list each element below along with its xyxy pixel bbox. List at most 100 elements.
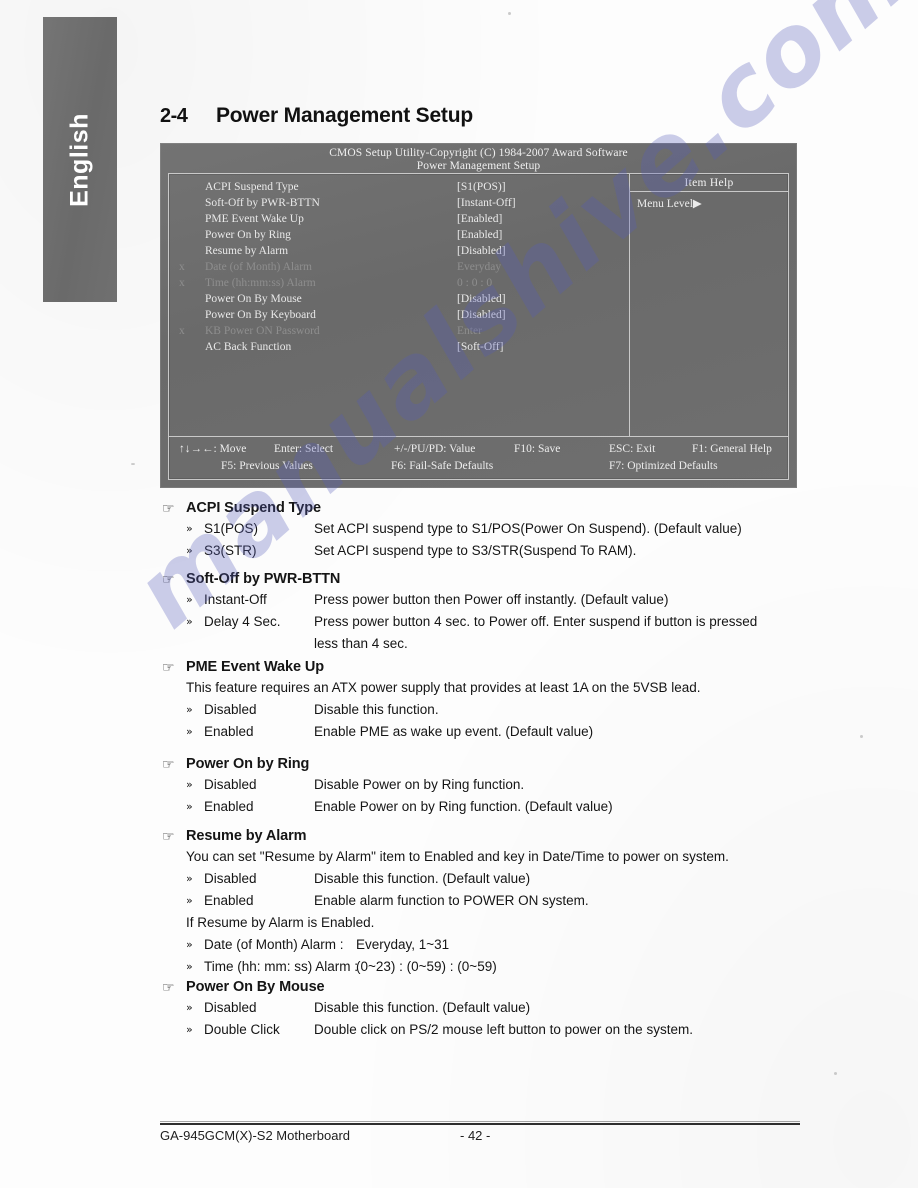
doc-section: ☞ Power On by Ring » Disabled Disable Power … xyxy=(160,754,800,818)
bios-setting-value[interactable]: [Soft-Off] xyxy=(457,339,503,355)
bios-setting-value[interactable]: 0 : 0 : 0 xyxy=(457,275,492,291)
bios-subtitle: Power Management Setup xyxy=(416,159,541,172)
doc-option-description: Press power button then Power off instan… xyxy=(314,592,669,607)
item-help-title: Item Help xyxy=(630,174,788,192)
doc-option-name: Delay 4 Sec. xyxy=(204,614,281,629)
bios-setting-row[interactable]: Soft-Off by PWR-BTTN [Instant-Off] xyxy=(169,195,629,211)
bios-setting-value[interactable]: [S1(POS)] xyxy=(457,179,506,195)
doc-option-row: » Delay 4 Sec. Press power button 4 sec. t… xyxy=(160,611,800,655)
bios-key-hint: F6: Fail-Safe Defaults xyxy=(391,460,494,472)
menu-level-text: Menu Level▶ xyxy=(630,192,788,210)
bios-key-hint: F1: General Help xyxy=(692,443,772,455)
bios-setting-row[interactable]: Resume by Alarm [Disabled] xyxy=(169,243,629,259)
bios-setting-row[interactable]: x KB Power ON Password Enter xyxy=(169,323,629,339)
bios-setting-label: Power On by Ring xyxy=(205,229,291,241)
chevron-right-icon: ▶ xyxy=(692,198,702,210)
pointing-hand-icon: ☞ xyxy=(162,757,175,773)
pointing-hand-icon: ☞ xyxy=(162,572,175,588)
bios-setting-row[interactable]: ACPI Suspend Type [S1(POS)] xyxy=(169,179,629,195)
double-chevron-icon: » xyxy=(186,938,193,951)
bios-settings-panel: ACPI Suspend Type [S1(POS)] Soft-Off by PW… xyxy=(169,174,630,437)
doc-option-description: Enable alarm function to POWER ON system… xyxy=(314,893,589,908)
bios-key-hint: ESC: Exit xyxy=(609,443,656,455)
doc-option-description: Double click on PS/2 mouse left button t… xyxy=(314,1022,693,1037)
doc-option-row: » Time (hh: mm: ss) Alarm :(0~23) : (0~59… xyxy=(160,956,800,978)
bios-setting-value[interactable]: [Disabled] xyxy=(457,243,506,259)
double-chevron-icon: » xyxy=(186,872,193,885)
language-tab: English xyxy=(43,17,117,302)
bios-setting-row[interactable]: x Date (of Month) Alarm Everyday xyxy=(169,259,629,275)
bios-setting-label: PME Event Wake Up xyxy=(205,213,304,225)
bios-setting-disabled-marker: x xyxy=(179,277,185,289)
bios-setting-label: ACPI Suspend Type xyxy=(205,181,299,193)
double-chevron-icon: » xyxy=(186,593,193,606)
doc-section: ☞ ACPI Suspend Type » S1(POS) Set ACPI suspe… xyxy=(160,498,800,562)
doc-option-row: » Double Click Double click on PS/2 mouse … xyxy=(160,1019,800,1041)
bios-screenshot: CMOS Setup Utility-Copyright (C) 1984-20… xyxy=(160,143,797,488)
doc-option-name: Disabled xyxy=(204,777,257,792)
double-chevron-icon: » xyxy=(186,1001,193,1014)
doc-option-row: » Disabled Disable this function. (Default… xyxy=(160,868,800,890)
doc-section-heading-label: Power On By Mouse xyxy=(186,979,325,995)
double-chevron-icon: » xyxy=(186,778,193,791)
bios-setting-row[interactable]: Power On by Ring [Enabled] xyxy=(169,227,629,243)
doc-section-heading-label: Power On by Ring xyxy=(186,756,310,772)
doc-section-heading: ☞ Power On by Ring xyxy=(160,754,800,774)
doc-section: ☞ Resume by Alarm You can set "Resume by A… xyxy=(160,826,800,978)
bios-setting-row[interactable]: PME Event Wake Up [Enabled] xyxy=(169,211,629,227)
bios-setting-row[interactable]: AC Back Function [Soft-Off] xyxy=(169,339,629,355)
bios-setting-row[interactable]: Power On By Mouse [Disabled] xyxy=(169,291,629,307)
bios-title: CMOS Setup Utility-Copyright (C) 1984-20… xyxy=(329,147,628,159)
double-chevron-icon: » xyxy=(186,522,193,535)
scan-speck xyxy=(860,735,863,738)
bios-key-legend-row: ↑↓→←: Move Enter: Select +/-/PU/PD: Value F… xyxy=(169,441,788,458)
doc-section: ☞ Power On By Mouse » Disabled Disable this … xyxy=(160,977,800,1041)
bios-setting-row[interactable]: x Time (hh:mm:ss) Alarm 0 : 0 : 0 xyxy=(169,275,629,291)
bios-setting-value[interactable]: [Instant-Off] xyxy=(457,195,516,211)
bios-setting-label: AC Back Function xyxy=(205,341,292,353)
scan-speck xyxy=(131,463,135,465)
bios-setting-row[interactable]: Power On By Keyboard [Disabled] xyxy=(169,307,629,323)
doc-section-heading: ☞ PME Event Wake Up xyxy=(160,657,800,677)
doc-option-description: Set ACPI suspend type to S3/STR(Suspend … xyxy=(314,543,637,558)
menu-level-label: Menu Level xyxy=(637,198,693,210)
double-chevron-icon: » xyxy=(186,1023,193,1036)
doc-option-name: Double Click xyxy=(204,1022,280,1037)
bios-setting-value[interactable]: Everyday xyxy=(457,259,501,275)
double-chevron-icon: » xyxy=(186,894,193,907)
page-title: 2-4 Power Management Setup xyxy=(160,104,473,128)
doc-option-name: Enabled xyxy=(204,893,254,908)
doc-option-description: Set ACPI suspend type to S1/POS(Power On… xyxy=(314,521,742,536)
doc-section-heading: ☞ Resume by Alarm xyxy=(160,826,800,846)
bios-item-help-panel: Item Help Menu Level▶ xyxy=(630,174,788,437)
doc-option-row: » Disabled Disable this function. xyxy=(160,699,800,721)
bios-body: ACPI Suspend Type [S1(POS)] Soft-Off by PW… xyxy=(168,173,789,480)
doc-section: ☞ Soft-Off by PWR-BTTN » Instant-Off Press p… xyxy=(160,569,800,655)
doc-section-heading: ☞ Soft-Off by PWR-BTTN xyxy=(160,569,800,589)
doc-option-description: Press power button 4 sec. to Power off. … xyxy=(314,614,758,651)
doc-option-name: S1(POS) xyxy=(204,521,259,536)
bios-setting-value[interactable]: [Enabled] xyxy=(457,211,502,227)
doc-option-description: Disable this function. xyxy=(314,702,439,717)
doc-option-description: Disable Power on by Ring function. xyxy=(314,777,525,792)
doc-section-heading-label: Soft-Off by PWR-BTTN xyxy=(186,571,341,587)
bios-setting-value[interactable]: [Disabled] xyxy=(457,307,506,323)
bios-setting-label: Soft-Off by PWR-BTTN xyxy=(205,197,320,209)
double-chevron-icon: » xyxy=(186,960,193,973)
double-chevron-icon: » xyxy=(186,800,193,813)
doc-section-note: This feature requires an ATX power suppl… xyxy=(186,680,701,695)
doc-option-name: Time (hh: mm: ss) Alarm : xyxy=(204,959,359,974)
doc-option-name: Enabled xyxy=(204,724,254,739)
content-column: 2-4 Power Management Setup CMOS Setup Ut… xyxy=(160,0,800,1188)
bios-key-hint: F10: Save xyxy=(514,443,561,455)
doc-section-note: You can set "Resume by Alarm" item to En… xyxy=(186,849,729,864)
doc-section-heading-label: Resume by Alarm xyxy=(186,828,307,844)
bios-setting-value[interactable]: [Disabled] xyxy=(457,291,506,307)
bios-key-legend: ↑↓→←: Move Enter: Select +/-/PU/PD: Value F… xyxy=(169,436,788,479)
doc-section: ☞ PME Event Wake Up This feature requires … xyxy=(160,657,800,743)
bios-setting-value[interactable]: [Enabled] xyxy=(457,227,502,243)
bios-setting-value[interactable]: Enter xyxy=(457,323,482,339)
doc-option-description: Disable this function. (Default value) xyxy=(314,871,531,886)
double-chevron-icon: » xyxy=(186,615,193,628)
doc-option-description: Disable this function. (Default value) xyxy=(314,1000,531,1015)
